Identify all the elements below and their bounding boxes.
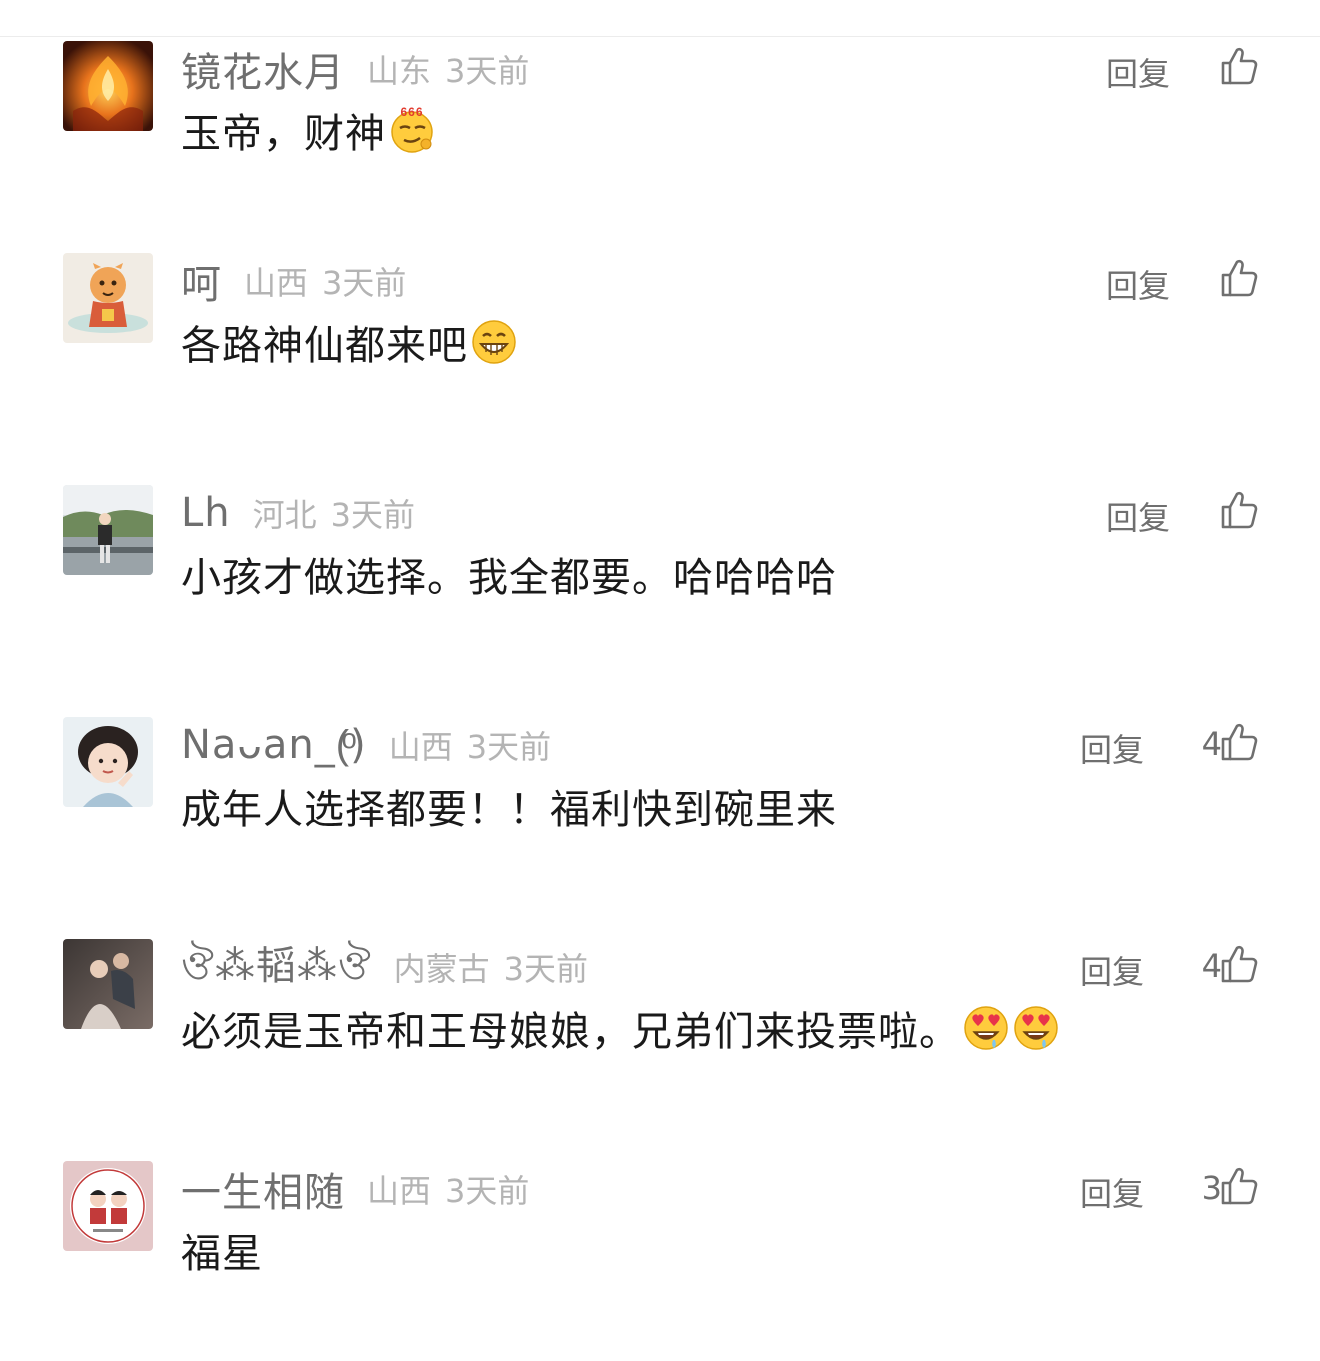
username[interactable]: 呵 xyxy=(181,252,222,310)
thumbs-up-icon[interactable] xyxy=(1220,1166,1258,1206)
comment-item: ঔ⁂韬⁂ঔ 内蒙古 3天前 回复 4 必须是玉帝和王母娘娘，兄弟们来投票啦。 xyxy=(0,939,1320,1139)
comment-item: Naᴗan_(ͦ) 山西 3天前 回复 4 成年人选择都要！！福利快到碗里来 xyxy=(0,717,1320,917)
grin-emoji xyxy=(470,318,518,366)
comment-item: 一生相随 山西 3天前 回复 3 福星 xyxy=(0,1161,1320,1361)
thumbs-up-icon[interactable] xyxy=(1220,258,1258,298)
reply-button[interactable]: 回复 xyxy=(1106,49,1170,95)
top-divider xyxy=(0,36,1320,37)
avatar[interactable] xyxy=(63,485,153,575)
location-label: 内蒙古 xyxy=(393,950,490,988)
timestamp: 3天前 xyxy=(503,950,589,988)
like-count: 4 xyxy=(1201,725,1222,763)
thumbs-up-icon[interactable] xyxy=(1220,722,1258,762)
username[interactable]: 一生相随 xyxy=(181,1160,345,1218)
heart-eyes-emoji xyxy=(1012,1004,1060,1052)
reply-button[interactable]: 回复 xyxy=(1080,1169,1144,1215)
thumbs-up-icon[interactable] xyxy=(1220,490,1258,530)
location-label: 山西 xyxy=(244,264,309,302)
reply-button[interactable]: 回复 xyxy=(1106,261,1170,307)
username[interactable]: ঔ⁂韬⁂ঔ xyxy=(181,933,372,1001)
location-label: 山西 xyxy=(388,728,453,766)
thumbs-up-icon[interactable] xyxy=(1220,944,1258,984)
comment-text: 福星 xyxy=(181,1231,263,1277)
thumbs-up-icon[interactable] xyxy=(1220,46,1258,86)
comment-item: Lh 河北 3天前 回复 小孩才做选择。我全都要。哈哈哈哈 xyxy=(0,485,1320,685)
timestamp: 3天前 xyxy=(330,496,416,534)
svg-text:666: 666 xyxy=(400,106,423,119)
like-count: 4 xyxy=(1201,947,1222,985)
comment-text: 各路神仙都来吧 xyxy=(181,323,468,369)
timestamp: 3天前 xyxy=(445,1172,530,1210)
comment-text: 玉帝，财神 xyxy=(181,111,386,157)
comment-text: 必须是玉帝和王母娘娘，兄弟们来投票啦。 xyxy=(181,1009,960,1055)
comment-text: 小孩才做选择。我全都要。哈哈哈哈 xyxy=(181,555,837,601)
username[interactable]: 镜花水月 xyxy=(181,40,345,98)
comment-item: 镜花水月 山东 3天前 回复 玉帝，财神 666 xyxy=(0,41,1320,241)
reply-button[interactable]: 回复 xyxy=(1080,947,1144,993)
avatar[interactable] xyxy=(63,717,153,807)
location-label: 河北 xyxy=(252,496,317,534)
avatar[interactable] xyxy=(63,253,153,343)
avatar[interactable] xyxy=(63,41,153,131)
username[interactable]: Naᴗan_(ͦ) xyxy=(181,722,367,768)
comment-item: 呵 山西 3天前 回复 各路神仙都来吧 xyxy=(0,253,1320,453)
heart-eyes-emoji xyxy=(962,1004,1010,1052)
avatar[interactable] xyxy=(63,939,153,1029)
comment-text: 成年人选择都要！！福利快到碗里来 xyxy=(181,787,837,833)
location-label: 山东 xyxy=(367,52,432,90)
reply-button[interactable]: 回复 xyxy=(1106,493,1170,539)
location-label: 山西 xyxy=(367,1172,432,1210)
avatar[interactable] xyxy=(63,1161,153,1251)
666-smug-emoji: 666 xyxy=(388,106,436,154)
timestamp: 3天前 xyxy=(466,728,552,766)
timestamp: 3天前 xyxy=(322,264,407,302)
username[interactable]: Lh xyxy=(181,490,231,536)
timestamp: 3天前 xyxy=(445,52,530,90)
reply-button[interactable]: 回复 xyxy=(1080,725,1144,771)
like-count: 3 xyxy=(1201,1169,1222,1207)
